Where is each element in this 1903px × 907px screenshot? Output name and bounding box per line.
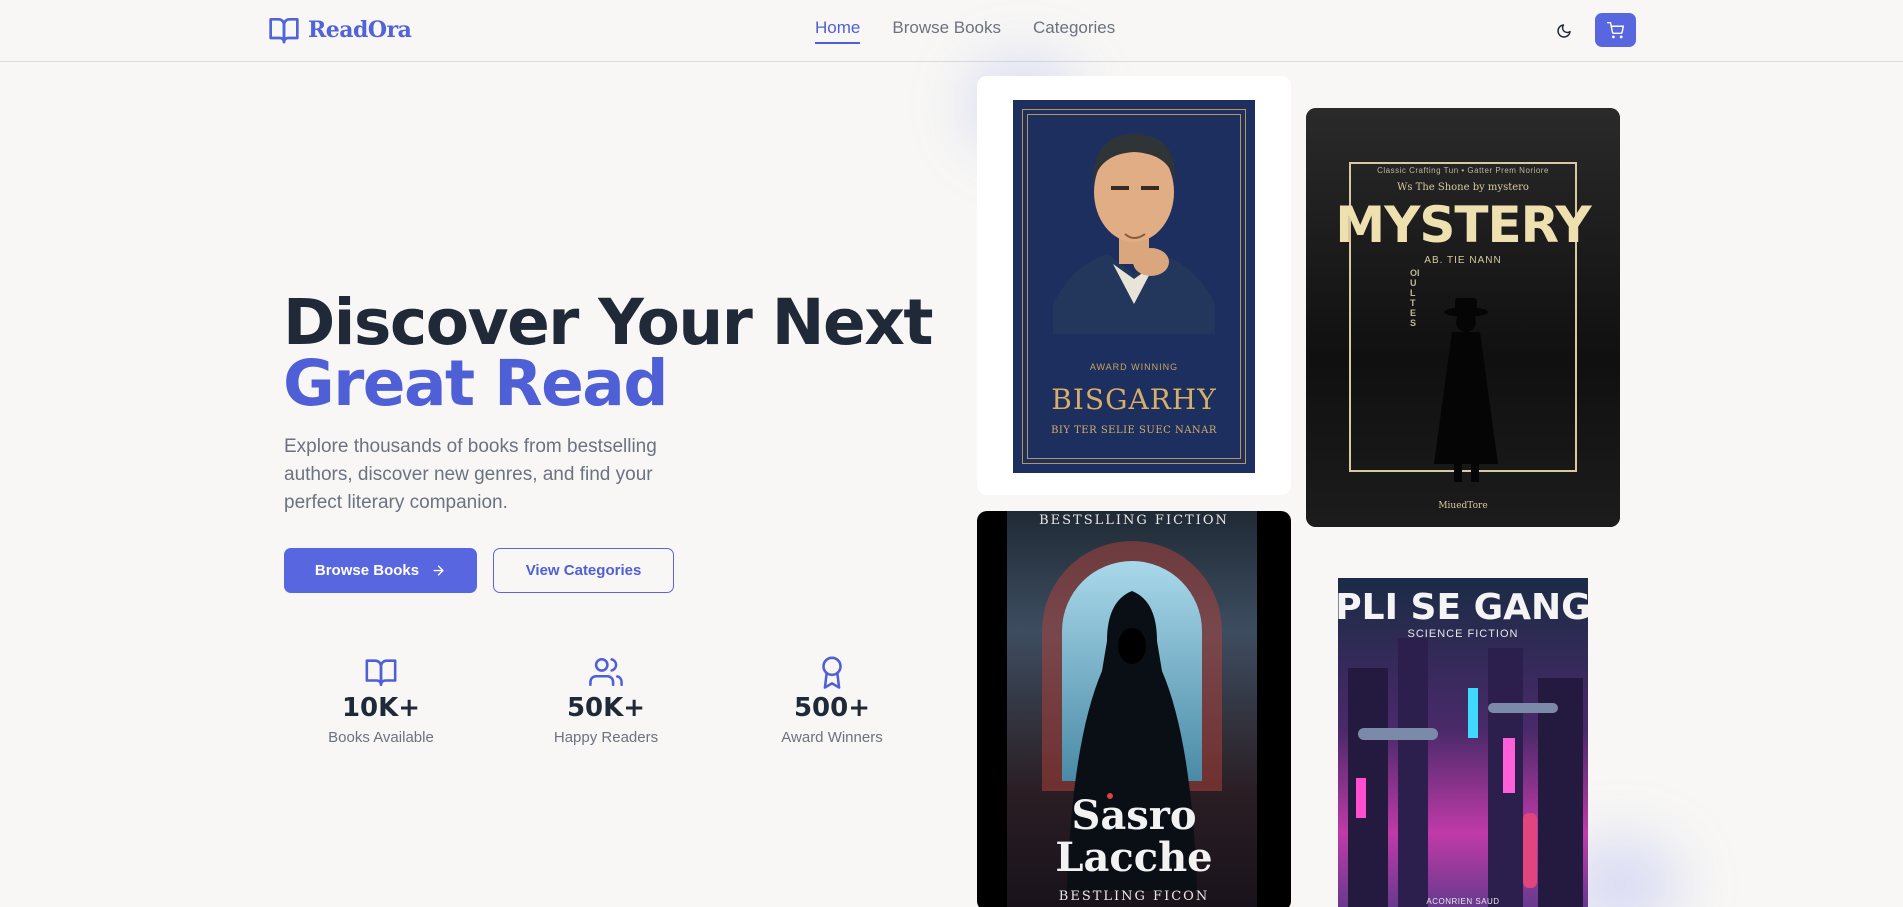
- book-open-icon: [269, 18, 299, 44]
- book-title-line-1: Sasro: [1071, 792, 1197, 839]
- figure: [1523, 813, 1537, 888]
- hero-title-line-2: Great Read: [283, 347, 668, 420]
- award-icon: [822, 656, 842, 689]
- neon-sign: [1356, 778, 1366, 818]
- book-bottom-line: BESTLING FICON: [1058, 889, 1210, 904]
- book-author: ACONRIEN SAUD: [1426, 897, 1500, 906]
- main-nav: Home Browse Books Categories: [815, 18, 1115, 44]
- cart-icon: [1607, 21, 1624, 38]
- book-top-line: BESTSLLING FICTION: [1039, 513, 1229, 528]
- stat-award-winners: 500+ Award Winners: [752, 655, 912, 746]
- brand-logo[interactable]: ReadOra: [268, 14, 412, 46]
- book-author: AB. TIE NANN: [1424, 255, 1502, 266]
- book-top-line: Classic Crafting Tun • Gatter Prem Norio…: [1377, 166, 1549, 175]
- flying-ship: [1488, 703, 1558, 713]
- book-genre-line: AWARD WINNING: [1089, 362, 1179, 372]
- arrow-right-icon: [433, 565, 444, 576]
- book-title: MYSTERY: [1335, 196, 1591, 254]
- book-title: BISGARHY: [1051, 383, 1217, 416]
- book-author: BIY TER SELIE SUEC NANAR: [1051, 425, 1217, 436]
- stat-label: Books Available: [328, 729, 434, 746]
- hero-description: Explore thousands of books from bestsell…: [284, 436, 657, 513]
- browse-books-button[interactable]: Browse Books: [284, 548, 477, 593]
- stat-value: 10K+: [341, 693, 421, 723]
- theme-toggle-button[interactable]: [1550, 17, 1578, 45]
- nav-link-home[interactable]: Home: [815, 18, 861, 44]
- stat-books-available: 10K+ Books Available: [301, 655, 461, 746]
- book-card-biography[interactable]: AWARD WINNING BISGARHY BIY TER SELIE SUE…: [977, 76, 1291, 495]
- top-navbar: ReadOra Home Browse Books Categories: [0, 0, 1903, 62]
- figure-silhouette: [1434, 298, 1498, 482]
- nav-link-browse-books[interactable]: Browse Books: [892, 18, 1001, 44]
- browse-books-button-label: Browse Books: [314, 562, 420, 579]
- flying-ship: [1358, 728, 1438, 740]
- hero-title: Discover Your Next Great Read: [283, 286, 934, 420]
- book-card-mystery[interactable]: Classic Crafting Tun • Gatter Prem Norio…: [1306, 108, 1620, 527]
- cart-button[interactable]: [1595, 13, 1636, 47]
- building: [1398, 638, 1428, 907]
- stat-label: Happy Readers: [553, 729, 659, 746]
- view-categories-button-label: View Categories: [525, 562, 642, 579]
- building: [1348, 668, 1388, 907]
- stat-happy-readers: 50K+ Happy Readers: [526, 655, 686, 746]
- nav-link-categories[interactable]: Categories: [1033, 18, 1115, 44]
- book-card-fantasy[interactable]: BESTSLLING FICTION Sasro Lacche BESTLING…: [977, 511, 1291, 907]
- book-card-scifi[interactable]: PLI SE GANG SCIENCE FICTION ACONRIEN SAU…: [1306, 545, 1620, 907]
- neon-sign: [1468, 688, 1478, 738]
- users-icon: [589, 657, 623, 687]
- book-cover: AWARD WINNING BISGARHY BIY TER SELIE SUE…: [1013, 100, 1255, 473]
- stat-value: 50K+: [566, 693, 646, 723]
- hero-title-line-1: Discover Your Next: [283, 286, 934, 359]
- book-publisher: MiuedTore: [1438, 501, 1488, 511]
- book-title: PLI SE GANG: [1335, 587, 1591, 628]
- brand-name: ReadOra: [308, 17, 412, 43]
- stat-label: Award Winners: [781, 729, 883, 746]
- moon-icon: [1557, 24, 1571, 38]
- book-open-icon: [365, 659, 397, 687]
- portrait-illustration: [1053, 134, 1215, 334]
- stat-value: 500+: [793, 693, 871, 723]
- view-categories-button[interactable]: View Categories: [493, 548, 674, 593]
- book-subtitle: Ws The Shone by mystero: [1397, 182, 1529, 193]
- book-title-line-2: Lacche: [1055, 834, 1213, 881]
- book-subtitle: SCIENCE FICTION: [1407, 628, 1519, 640]
- neon-sign: [1503, 738, 1515, 793]
